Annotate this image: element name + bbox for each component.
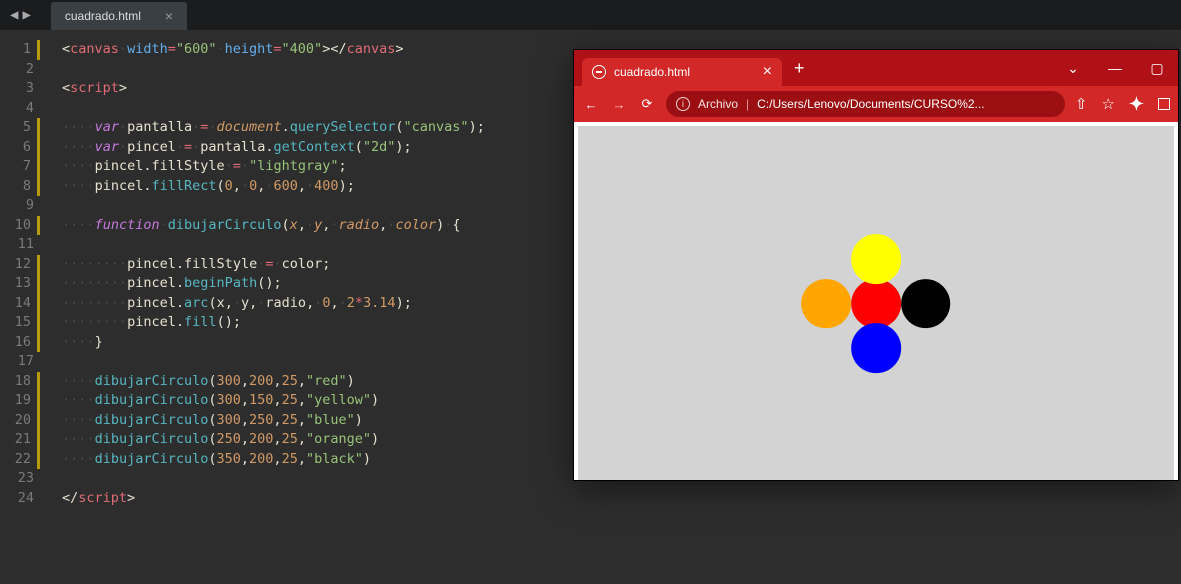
url-scheme-label: Archivo <box>698 97 738 111</box>
sidepanel-icon[interactable] <box>1158 98 1170 110</box>
editor-topbar: ◀ ▶ cuadrado.html × <box>0 0 1181 30</box>
url-bar[interactable]: i Archivo | C:/Users/Lenovo/Documents/CU… <box>666 91 1065 117</box>
extensions-icon[interactable]: ✦ <box>1129 95 1144 113</box>
share-icon[interactable]: ⇧ <box>1075 95 1088 113</box>
url-text: C:/Users/Lenovo/Documents/CURSO%2... <box>757 97 984 111</box>
nav-forward-icon[interactable]: ▶ <box>22 7 30 23</box>
reload-button[interactable]: ⟳ <box>638 96 656 112</box>
line-gutter: 123456789101112131415161718192021222324 <box>0 30 56 584</box>
browser-toolbar: ← → ⟳ i Archivo | C:/Users/Lenovo/Docume… <box>574 86 1178 122</box>
back-button[interactable]: ← <box>582 97 600 112</box>
forward-button[interactable]: → <box>610 97 628 112</box>
maximize-button[interactable]: ▢ <box>1136 50 1178 86</box>
info-icon[interactable]: i <box>676 97 690 111</box>
editor-tabs: cuadrado.html × <box>51 0 187 30</box>
editor-tab-cuadrado[interactable]: cuadrado.html × <box>51 2 187 30</box>
url-separator: | <box>746 97 749 111</box>
editor-nav: ◀ ▶ <box>0 0 41 30</box>
browser-window: cuadrado.html × + ⌄ — ▢ ← → ⟳ i Archivo … <box>574 50 1178 480</box>
nav-back-icon[interactable]: ◀ <box>10 7 18 23</box>
browser-tab-title: cuadrado.html <box>614 65 690 79</box>
circle-red <box>851 279 901 329</box>
browser-tabstrip: cuadrado.html × + ⌄ — ▢ <box>574 50 1178 86</box>
close-icon[interactable]: × <box>763 64 772 80</box>
chevron-down-icon[interactable]: ⌄ <box>1052 50 1094 86</box>
minimize-button[interactable]: — <box>1094 50 1136 86</box>
browser-tab-cuadrado[interactable]: cuadrado.html × <box>582 58 782 86</box>
circle-yellow <box>851 234 901 284</box>
new-tab-button[interactable]: + <box>782 58 817 79</box>
canvas-surface <box>578 126 1174 480</box>
circle-orange <box>802 279 852 329</box>
circle-blue <box>851 323 901 373</box>
toolbar-actions: ⇧ ☆ ✦ <box>1075 95 1170 113</box>
circle-black <box>901 279 951 329</box>
close-icon[interactable]: × <box>165 8 173 24</box>
bookmark-icon[interactable]: ☆ <box>1101 95 1114 113</box>
editor-tab-label: cuadrado.html <box>65 9 141 23</box>
favicon-icon <box>592 65 606 79</box>
browser-viewport <box>574 122 1178 480</box>
window-controls: ⌄ — ▢ <box>1052 50 1178 86</box>
